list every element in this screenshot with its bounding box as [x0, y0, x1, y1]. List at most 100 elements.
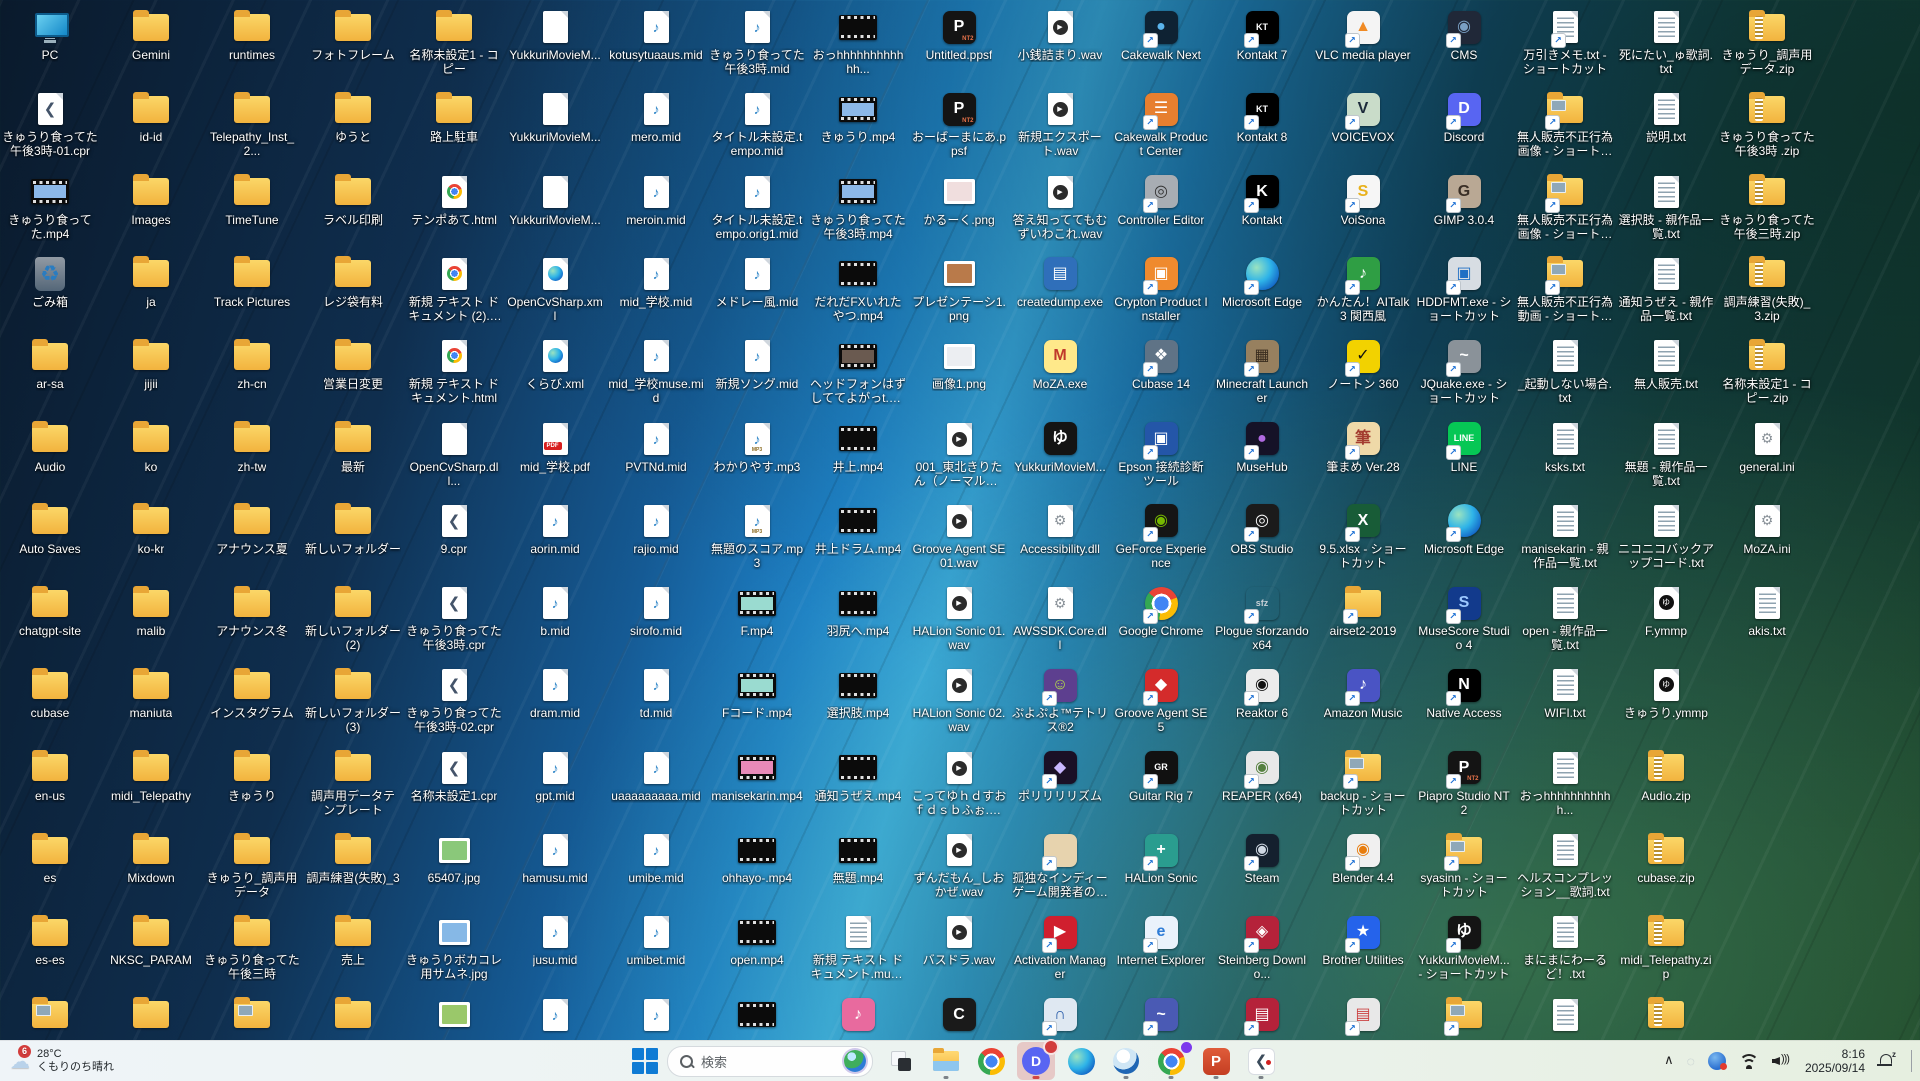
desktop-icon[interactable]: ♪タイトル未設定.tempo.orig1.mid [709, 173, 805, 241]
desktop-icon[interactable]: 羽尻へ.mp4 [810, 584, 906, 638]
desktop-icon[interactable]: まにまにわーるど！.txt [1517, 913, 1613, 981]
taskbar-app-powerpoint[interactable]: P [1197, 1042, 1235, 1080]
desktop-icon[interactable]: 死にたい_ゅ歌詞.txt [1618, 8, 1714, 76]
desktop-icon[interactable]: ↗Microsoft Edge [1416, 502, 1512, 556]
desktop-icon[interactable] [1618, 996, 1714, 1036]
start-button[interactable] [632, 1048, 658, 1074]
desktop-icon[interactable] [103, 996, 199, 1036]
desktop-icon[interactable]: open - 親作品一覧.txt [1517, 584, 1613, 652]
desktop-icon[interactable]: ⚙AWSSDK.Core.dll [1012, 584, 1108, 652]
desktop-icon[interactable]: 無題 - 親作品一覧.txt [1618, 420, 1714, 488]
tray-sync-icon[interactable] [1708, 1052, 1726, 1070]
desktop-icon[interactable]: きゅうり食ってた午後三時 [204, 913, 300, 981]
desktop-icon[interactable]: 路上駐車 [406, 90, 502, 144]
desktop-icon[interactable]: chatgpt-site [2, 584, 98, 638]
desktop-icon[interactable]: ♪jusu.mid [507, 913, 603, 967]
desktop-icon[interactable]: ▶新規エクスポート.wav [1012, 90, 1108, 158]
desktop-icon[interactable]: ♪mero.mid [608, 90, 704, 144]
desktop-icon[interactable]: MMoZA.exe [1012, 337, 1108, 391]
desktop-icon[interactable]: YukkuriMovieM... [507, 90, 603, 144]
desktop-icon[interactable]: ↗万引きメモ.txt - ショートカット [1517, 8, 1613, 76]
desktop-icon[interactable]: プレゼンテーシ1.png [911, 255, 1007, 323]
desktop-icon[interactable]: アナウンス夏 [204, 502, 300, 556]
desktop-icon[interactable]: インスタグラム [204, 666, 300, 720]
desktop-icon[interactable]: ko [103, 420, 199, 474]
desktop-icon[interactable]: ゆYukkuriMovieM... [1012, 420, 1108, 474]
tray-chevron-up-icon[interactable]: ∧ [1664, 1052, 1674, 1068]
desktop-icon[interactable]: ⚙general.ini [1719, 420, 1815, 474]
desktop-icon[interactable]: ♪mid_学校.mid [608, 255, 704, 309]
desktop-icon[interactable]: ♪td.mid [608, 666, 704, 720]
desktop-icon[interactable]: ▤createdump.exe [1012, 255, 1108, 309]
desktop-icon[interactable]: ▶Groove Agent SE 01.wav [911, 502, 1007, 570]
desktop-icon[interactable]: ▶答え知っててもむずいわこれ.wav [1012, 173, 1108, 241]
desktop-icon[interactable]: ~↗JQuake.exe - ショートカット [1416, 337, 1512, 405]
desktop-icon[interactable]: X↗9.5.xlsx - ショートカット [1315, 502, 1411, 570]
desktop-icon[interactable]: 選択肢.mp4 [810, 666, 906, 720]
desktop-icon[interactable]: S↗VoiSona [1315, 173, 1411, 227]
desktop-icon[interactable]: K↗Kontakt [1214, 173, 1310, 227]
taskbar-app-microsoft-edge[interactable] [1062, 1042, 1100, 1080]
desktop-icon[interactable]: es-es [2, 913, 98, 967]
desktop-icon[interactable]: ◉↗CMS [1416, 8, 1512, 62]
desktop-icon[interactable]: ♪dram.mid [507, 666, 603, 720]
desktop-icon[interactable]: zh-tw [204, 420, 300, 474]
desktop-icon[interactable]: ♪PVTNd.mid [608, 420, 704, 474]
desktop-icon[interactable]: ◉↗Blender 4.4 [1315, 831, 1411, 885]
desktop-icon[interactable]: ♪kotusytuaaus.mid [608, 8, 704, 62]
desktop-icon[interactable]: C [911, 996, 1007, 1036]
desktop-icon[interactable]: ●↗MuseHub [1214, 420, 1310, 474]
desktop-icon[interactable]: ▶バスドラ.wav [911, 913, 1007, 967]
desktop-icon[interactable]: ↗Google Chrome [1113, 584, 1209, 638]
desktop-icon[interactable]: ♪aorin.mid [507, 502, 603, 556]
desktop-icon[interactable]: ↗syasinn - ショートカット [1416, 831, 1512, 899]
desktop-icon[interactable]: Auto Saves [2, 502, 98, 556]
taskbar-app-google-chrome[interactable] [972, 1042, 1010, 1080]
desktop-icon[interactable]: ゆ↗YukkuriMovieM... - ショートカット [1416, 913, 1512, 981]
desktop-icon[interactable]: ksks.txt [1517, 420, 1613, 474]
desktop-icon[interactable]: Images [103, 173, 199, 227]
desktop-icon[interactable] [305, 996, 401, 1036]
desktop-icon[interactable]: open.mp4 [709, 913, 805, 967]
desktop-icon[interactable]: runtimes [204, 8, 300, 62]
desktop-icon[interactable]: ♪MP3わかりやす.mp3 [709, 420, 805, 474]
desktop-icon[interactable]: ▶001_東北きりたん（ノーマル）_今じゃ... [911, 420, 1007, 488]
desktop-icon[interactable]: レジ袋有料 [305, 255, 401, 309]
desktop-icon[interactable]: ♪umibe.mid [608, 831, 704, 885]
desktop-icon[interactable]: 説明.txt [1618, 90, 1714, 144]
desktop-icon[interactable]: ♪gpt.mid [507, 749, 603, 803]
desktop-icon[interactable]: ニコニコバックアップコード.txt [1618, 502, 1714, 570]
desktop-icon[interactable]: ↗無人販売不正行為画像 - ショートカット [1517, 173, 1613, 241]
desktop-icon[interactable]: cubase [2, 666, 98, 720]
desktop-icon[interactable]: ◆↗Groove Agent SE 5 [1113, 666, 1209, 734]
desktop[interactable]: PC❮きゅうり食ってた午後3時-01.cprきゅうり食ってた.mp4♻ごみ箱ar… [0, 0, 1920, 1040]
desktop-icon[interactable]: ◎↗OBS Studio [1214, 502, 1310, 556]
desktop-icon[interactable]: Telepathy_Inst_2... [204, 90, 300, 158]
desktop-icon[interactable]: ja [103, 255, 199, 309]
desktop-icon[interactable]: PNT2↗Piapro Studio NT2 [1416, 749, 1512, 817]
desktop-icon[interactable]: manisekarin - 親作品一覧.txt [1517, 502, 1613, 570]
desktop-icon[interactable]: 通知うぜえ.mp4 [810, 749, 906, 803]
desktop-icon[interactable]: 無題.mp4 [810, 831, 906, 885]
desktop-icon[interactable]: フォトフレーム [305, 8, 401, 62]
desktop-icon[interactable]: 65407.jpg [406, 831, 502, 885]
wifi-icon[interactable] [1739, 1054, 1759, 1069]
desktop-icon[interactable]: 調声用データテンプレート [305, 749, 401, 817]
desktop-icon[interactable]: ↗Microsoft Edge [1214, 255, 1310, 309]
desktop-icon[interactable]: ▶ずんだもん_しおかぜ.wav [911, 831, 1007, 899]
desktop-icon[interactable]: おっhhhhhhhhhhh... [1517, 749, 1613, 817]
desktop-icon[interactable]: ♪タイトル未設定.tempo.mid [709, 90, 805, 158]
taskbar-app-cakewalk[interactable] [1107, 1042, 1145, 1080]
desktop-icon[interactable]: ゆうと [305, 90, 401, 144]
desktop-icon[interactable]: e↗Internet Explorer [1113, 913, 1209, 967]
desktop-icon[interactable]: _起動しない場合.txt [1517, 337, 1613, 405]
desktop-icon[interactable]: ↗backup - ショートカット [1315, 749, 1411, 817]
desktop-icon[interactable] [709, 996, 805, 1036]
desktop-icon[interactable]: S↗MuseScore Studio 4 [1416, 584, 1512, 652]
desktop-icon[interactable]: 新規 テキスト ドキュメント.musicxml [810, 913, 906, 981]
desktop-icon[interactable]: maniuta [103, 666, 199, 720]
desktop-icon[interactable]: 無人販売.txt [1618, 337, 1714, 391]
desktop-icon[interactable]: PNT2おーばーまにあ.ppsf [911, 90, 1007, 158]
desktop-icon[interactable]: ♪meroin.mid [608, 173, 704, 227]
desktop-icon[interactable]: sfz↗Plogue sforzando x64 [1214, 584, 1310, 652]
